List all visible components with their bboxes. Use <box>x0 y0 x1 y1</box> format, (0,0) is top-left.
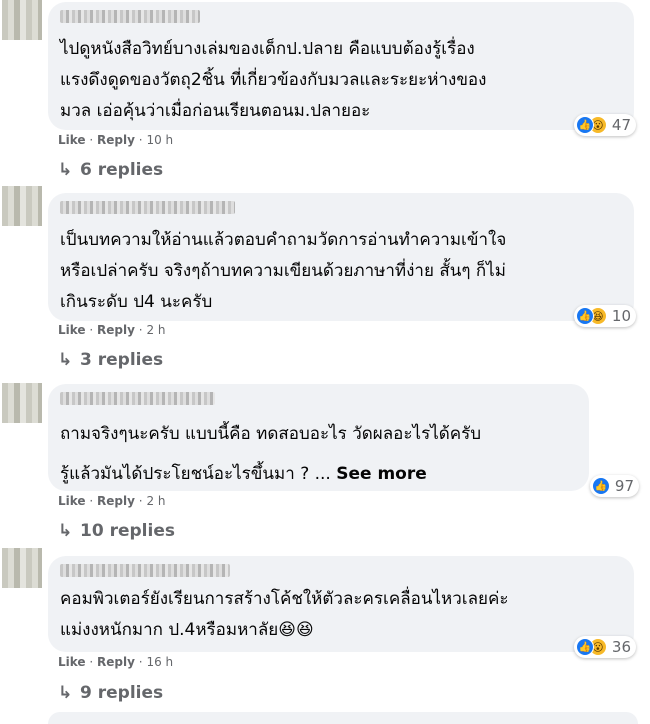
reply-arrow-icon: ↳ <box>58 683 73 703</box>
commenter-name[interactable] <box>60 392 215 405</box>
reply-arrow-icon: ↳ <box>58 350 73 370</box>
like-link[interactable]: Like <box>58 494 86 508</box>
comment-bubble: ถามจริงๆนะครับ แบบนี้คือ ทดสอบอะไร วัดผล… <box>48 384 639 497</box>
comment-text: ไปดูหนังสือวิทย์บางเล่มของเด็กป.ปลาย คือ… <box>60 39 487 121</box>
comment-text: ถามจริงๆนะครับ แบบนี้คือ ทดสอบอะไร วัดผล… <box>60 424 482 484</box>
like-icon: 👍 <box>575 116 594 134</box>
view-replies-link[interactable]: ↳ 6 replies <box>58 160 163 180</box>
reply-link[interactable]: Reply <box>97 494 135 508</box>
like-icon: 👍 <box>575 638 594 656</box>
reaction-count: 97 <box>614 477 634 495</box>
comment-bubble: ไปดูหนังสือวิทย์บางเล่มของเด็กป.ปลาย คือ… <box>48 2 636 136</box>
reply-link[interactable]: Reply <box>97 323 135 337</box>
comment-bubble: คอมพิวเตอร์ยังเรียนการสร้างโค้ชให้ตัวละค… <box>48 556 636 658</box>
timestamp[interactable]: 2 h <box>146 494 165 508</box>
view-replies-link[interactable]: ↳ 3 replies <box>58 350 163 370</box>
comment-actions: Like · Reply · 10 h <box>58 133 174 147</box>
avatar[interactable] <box>2 186 42 226</box>
like-link[interactable]: Like <box>58 655 86 669</box>
reaction-summary[interactable]: 👍 😮 47 <box>573 114 636 136</box>
reply-arrow-icon: ↳ <box>58 521 73 541</box>
reaction-count: 36 <box>611 638 631 656</box>
reaction-summary[interactable]: 👍 😮 36 <box>573 636 636 658</box>
like-icon: 👍 <box>591 477 610 495</box>
timestamp[interactable]: 16 h <box>146 655 173 669</box>
reply-link[interactable]: Reply <box>97 655 135 669</box>
avatar[interactable] <box>2 548 42 588</box>
commenter-name[interactable] <box>60 201 235 214</box>
comment-actions: Like · Reply · 2 h <box>58 323 166 337</box>
next-comment-bubble-edge <box>48 712 638 724</box>
like-icon: 👍 <box>575 307 594 325</box>
avatar[interactable] <box>2 0 42 40</box>
commenter-name[interactable] <box>60 10 200 23</box>
view-replies-link[interactable]: ↳ 9 replies <box>58 683 163 703</box>
see-more-link[interactable]: See more <box>336 464 427 484</box>
reaction-summary[interactable]: 👍 97 <box>589 475 639 497</box>
reply-link[interactable]: Reply <box>97 133 135 147</box>
reply-arrow-icon: ↳ <box>58 160 73 180</box>
like-link[interactable]: Like <box>58 323 86 337</box>
timestamp[interactable]: 10 h <box>146 133 173 147</box>
comment-actions: Like · Reply · 16 h <box>58 655 174 669</box>
commenter-name[interactable] <box>60 564 230 577</box>
avatar[interactable] <box>2 383 42 423</box>
reaction-summary[interactable]: 👍 😆 10 <box>573 305 636 327</box>
reaction-count: 47 <box>611 116 631 134</box>
comment-text: คอมพิวเตอร์ยังเรียนการสร้างโค้ชให้ตัวละค… <box>60 589 509 640</box>
comment-bubble: เป็นบทความให้อ่านแล้วตอบคำถามวัดการอ่านท… <box>48 193 636 327</box>
view-replies-link[interactable]: ↳ 10 replies <box>58 521 175 541</box>
timestamp[interactable]: 2 h <box>146 323 165 337</box>
comment-text: เป็นบทความให้อ่านแล้วตอบคำถามวัดการอ่านท… <box>60 230 507 312</box>
like-link[interactable]: Like <box>58 133 86 147</box>
comment-actions: Like · Reply · 2 h <box>58 494 166 508</box>
reaction-count: 10 <box>611 307 631 325</box>
